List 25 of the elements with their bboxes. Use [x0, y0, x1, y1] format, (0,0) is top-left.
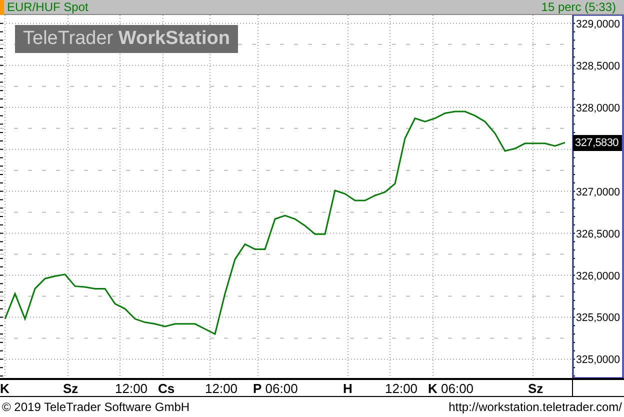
price-tick-label: 326,5000: [576, 228, 622, 240]
time-tick-label: Sz: [63, 381, 78, 396]
time-tick-label: H: [343, 381, 352, 396]
interval-label: 15 perc (5:33): [541, 0, 616, 14]
price-tick-label: 328,0000: [576, 102, 622, 114]
accent-marker: [0, 0, 4, 14]
price-tick-label: 328,5000: [576, 60, 622, 72]
price-tick-label: 327,0000: [576, 186, 622, 198]
logo: TeleTrader WorkStation: [15, 25, 238, 53]
time-tick-label: 12:00: [385, 381, 418, 396]
copyright-text: © 2019 TeleTrader Software GmbH: [2, 400, 190, 414]
time-tick-label: 12:00: [115, 381, 148, 396]
time-tick-label: Sz: [528, 381, 544, 396]
time-tick-label: 12:00: [205, 381, 238, 396]
instrument-title: EUR/HUF Spot: [7, 0, 90, 14]
price-tick-label: 326,0000: [576, 270, 622, 282]
price-tick-label: 325,5000: [576, 312, 622, 324]
url-text: http://workstation.teletrader.com/: [448, 400, 622, 414]
time-tick-label: Cs: [158, 381, 175, 396]
time-tick-label: K 06:00: [428, 381, 474, 396]
price-tick-label: 325,0000: [576, 354, 622, 366]
last-price-tag: 327,5830: [573, 134, 622, 151]
time-tick-label: K: [0, 381, 10, 396]
time-tick-label: P 06:00: [253, 381, 298, 396]
price-tick-label: 329,0000: [576, 18, 622, 30]
